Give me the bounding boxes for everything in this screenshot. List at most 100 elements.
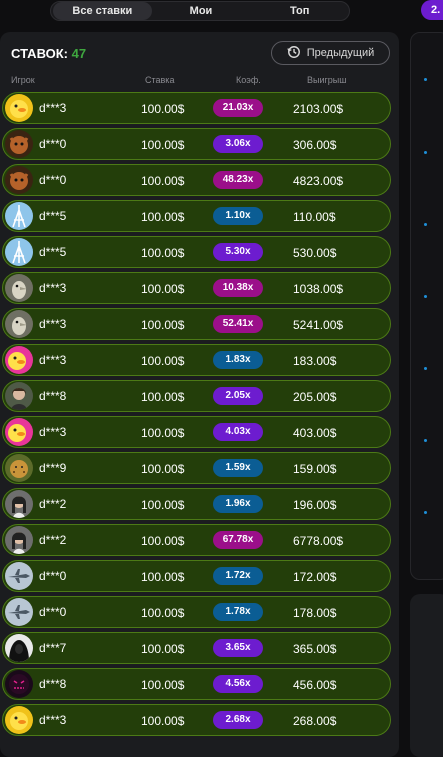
bet-amount: 100.00$ [141,282,185,296]
bets-count: 47 [71,46,87,61]
coef-badge: 67.78x [213,531,263,549]
axis-dot [424,439,427,442]
win-amount: 456.00$ [293,678,337,692]
coef-badge: 1.96x [213,495,263,513]
bet-amount: 100.00$ [141,642,185,656]
bet-row: d***0 100.00$ 1.78x 178.00$ [2,596,391,628]
player-name: d***2 [39,533,67,547]
coef-badge: 21.03x [213,99,263,117]
axis-dot [424,295,427,298]
player-name: d***8 [39,677,67,691]
girl-avatar [5,382,33,410]
previous-button-label: Предыдущий [306,47,375,59]
mask-avatar [5,670,33,698]
bets-count-header: СТАВОК: 47 [11,46,86,61]
coef-badge: 1.10x [213,207,263,225]
bet-row: d***8 100.00$ 4.56x 456.00$ [2,668,391,700]
column-player: Игрок [11,75,35,85]
tab-top[interactable]: Топ [250,2,349,20]
tab-my-bets[interactable]: Мои [152,2,251,20]
win-amount: 268.00$ [293,714,337,728]
bet-amount: 100.00$ [141,462,185,476]
win-amount: 530.00$ [293,246,337,260]
bet-row: d***3 100.00$ 21.03x 2103.00$ [2,92,391,124]
cat-avatar [5,166,33,194]
column-win: Выигрыш [307,75,347,85]
bet-row: d***0 100.00$ 3.06x 306.00$ [2,128,391,160]
axis-dot [424,78,427,81]
bet-amount: 100.00$ [141,714,185,728]
bet-row: d***3 100.00$ 1.83x 183.00$ [2,344,391,376]
win-amount: 172.00$ [293,570,337,584]
bet-amount: 100.00$ [141,606,185,620]
cat-avatar [5,130,33,158]
cheetah-avatar [5,454,33,482]
player-name: d***3 [39,101,67,115]
bets-label: СТАВОК: [11,46,69,61]
bet-row: d***2 100.00$ 67.78x 6778.00$ [2,524,391,556]
player-name: d***5 [39,209,67,223]
bet-row: d***0 100.00$ 48.23x 4823.00$ [2,164,391,196]
bet-row: d***0 100.00$ 1.72x 172.00$ [2,560,391,592]
bet-amount: 100.00$ [141,246,185,260]
column-headers: Игрок Ставка Коэф. Выигрыш [0,75,399,89]
bet-amount: 100.00$ [141,354,185,368]
player-name: d***9 [39,461,67,475]
player-name: d***3 [39,317,67,331]
bet-amount: 100.00$ [141,534,185,548]
column-coef: Коэф. [236,75,261,85]
coef-badge: 52.41x [213,315,263,333]
bet-amount: 100.00$ [141,138,185,152]
coef-badge: 1.78x [213,603,263,621]
bets-list: d***3 100.00$ 21.03x 2103.00$ d***0 100.00$ 3.… [2,92,391,740]
tab-all-bets[interactable]: Все ставки [53,2,152,20]
player-name: d***5 [39,245,67,259]
player-name: d***3 [39,713,67,727]
coef-badge: 3.65x [213,639,263,657]
woman-avatar [5,526,33,554]
bet-row: d***8 100.00$ 2.05x 205.00$ [2,380,391,412]
bet-amount: 100.00$ [141,678,185,692]
bet-amount: 100.00$ [141,570,185,584]
bet-amount: 100.00$ [141,210,185,224]
coef-badge: 3.06x [213,135,263,153]
win-amount: 1038.00$ [293,282,344,296]
player-name: d***0 [39,569,67,583]
multiplier-history-pill[interactable]: 2. [421,0,443,20]
coef-badge: 10.38x [213,279,263,297]
bet-row: d***5 100.00$ 1.10x 110.00$ [2,200,391,232]
player-name: d***0 [39,137,67,151]
bet-row: d***3 100.00$ 52.41x 5241.00$ [2,308,391,340]
tower-avatar [5,202,33,230]
player-name: d***3 [39,353,67,367]
coef-badge: 5.30x [213,243,263,261]
woman-avatar [5,490,33,518]
bet-row: d***3 100.00$ 4.03x 403.00$ [2,416,391,448]
coef-badge: 1.72x [213,567,263,585]
bet-amount: 100.00$ [141,102,185,116]
win-amount: 110.00$ [293,210,336,224]
bet-amount: 100.00$ [141,426,185,440]
win-amount: 178.00$ [293,606,337,620]
duck-pink-avatar [5,418,33,446]
bet-row: d***3 100.00$ 10.38x 1038.00$ [2,272,391,304]
win-amount: 205.00$ [293,390,337,404]
win-amount: 196.00$ [293,498,337,512]
bet-row: d***7 100.00$ 3.65x 365.00$ [2,632,391,664]
jet-avatar [5,598,33,626]
bet-row: d***3 100.00$ 2.68x 268.00$ [2,704,391,736]
duck-pink-avatar [5,346,33,374]
player-name: d***7 [39,641,67,655]
player-name: d***3 [39,425,67,439]
history-icon [287,45,301,62]
win-amount: 306.00$ [293,138,337,152]
win-amount: 403.00$ [293,426,337,440]
bets-panel: СТАВОК: 47 Предыдущий Игрок Ставка Коэф.… [0,32,399,757]
coef-badge: 48.23x [213,171,263,189]
bet-amount: 100.00$ [141,498,185,512]
win-amount: 6778.00$ [293,534,344,548]
player-name: d***0 [39,605,67,619]
previous-round-button[interactable]: Предыдущий [271,41,390,65]
bird-avatar [5,310,33,338]
axis-dot [424,223,427,226]
